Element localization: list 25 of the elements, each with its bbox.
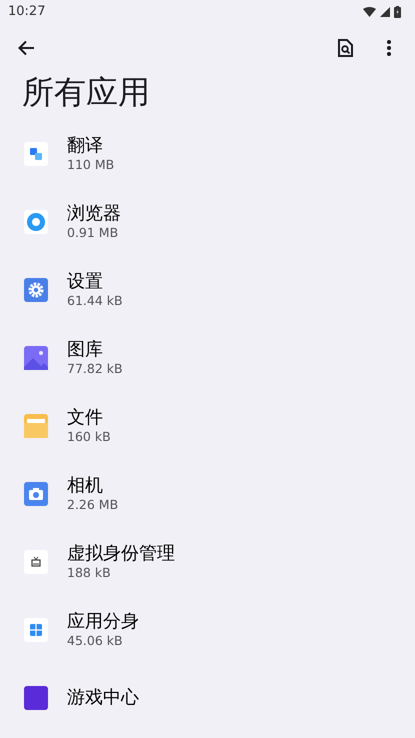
tv-app-icon (24, 550, 48, 574)
grid-app-icon (24, 618, 48, 642)
app-list-item[interactable]: 浏览器 0.91 MB (0, 188, 415, 256)
app-list-item[interactable]: 游戏中心 (0, 664, 415, 732)
wifi-icon (363, 7, 376, 17)
app-list-item[interactable]: 设置 61.44 kB (0, 256, 415, 324)
search-icon (337, 39, 353, 57)
page-title: 所有应用 (21, 72, 151, 113)
app-list-item[interactable]: 翻译 110 MB (0, 120, 415, 188)
picture-app-icon (24, 346, 48, 370)
signal-icon (380, 7, 390, 17)
back-arrow-icon (17, 39, 35, 57)
app-list-item[interactable]: 相机 2.26 MB (0, 460, 415, 528)
app-icon (24, 686, 48, 710)
camera-app-icon (24, 482, 48, 506)
app-list-item[interactable]: 文件 160 kB (0, 392, 415, 460)
status-time: 10:27 (8, 3, 46, 22)
app-list-item[interactable]: 图库 77.82 kB (0, 324, 415, 392)
folder-app-icon (24, 414, 48, 438)
gear-app-icon (24, 278, 48, 302)
app-list-item[interactable]: 应用分身 45.06 kB (0, 596, 415, 664)
more-dots-icon (387, 40, 391, 56)
ring-app-icon (24, 210, 48, 234)
app-list-item[interactable]: 虚拟身份管理 188 kB (0, 528, 415, 596)
battery-icon (394, 6, 401, 18)
